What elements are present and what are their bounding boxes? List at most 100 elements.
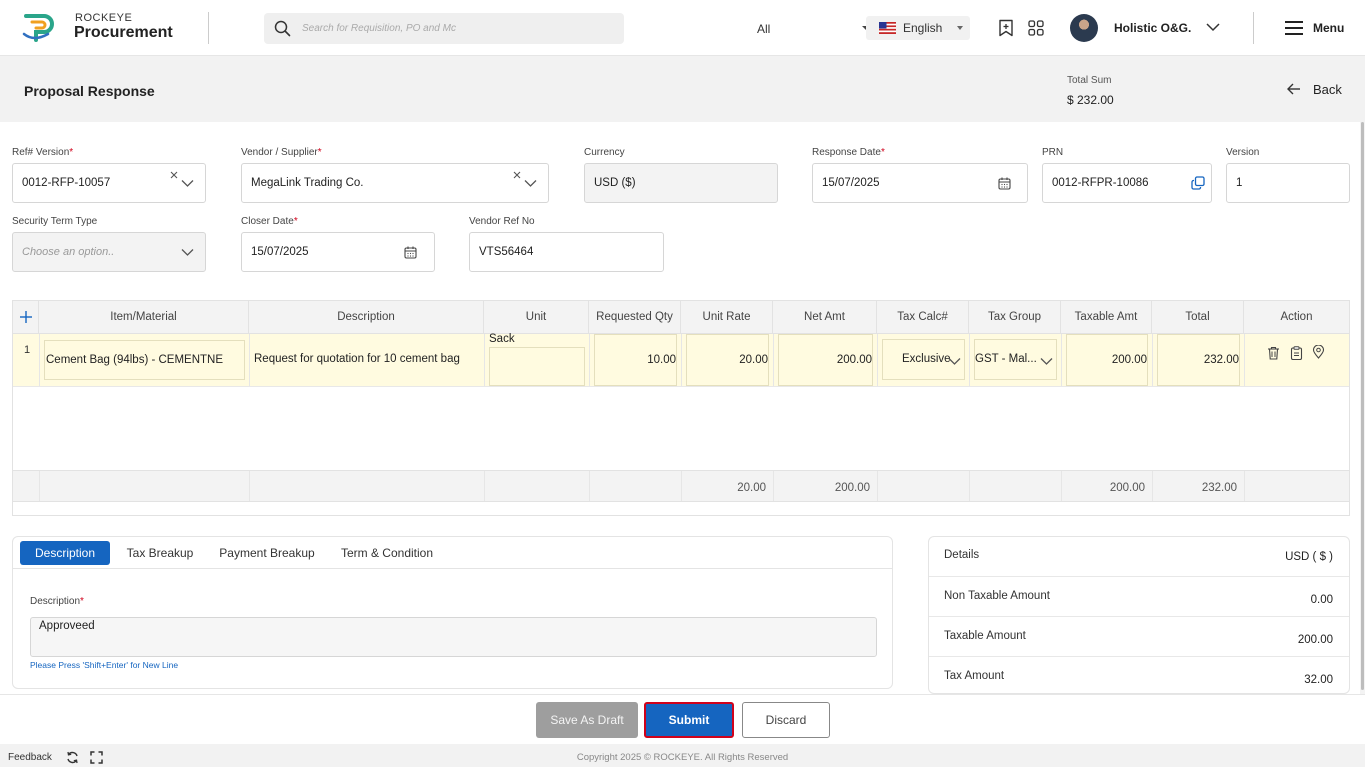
search-icon[interactable] — [274, 20, 291, 37]
details-row: Taxable Amount 200.00 — [929, 617, 1349, 657]
details-row-value: 200.00 — [1297, 634, 1333, 646]
apps-grid-icon[interactable] — [1028, 20, 1044, 36]
cell-divider — [589, 471, 590, 501]
unit-rate-input[interactable]: 20.00 — [686, 334, 769, 386]
plus-icon[interactable] — [20, 311, 32, 323]
language-selector[interactable]: English — [866, 16, 970, 40]
user-name[interactable]: Holistic O&G. — [1114, 21, 1191, 35]
cell-divider — [1244, 334, 1245, 386]
tax-group-select[interactable]: GST - Mal... — [974, 339, 1057, 380]
bookmark-add-icon[interactable] — [998, 19, 1014, 37]
column-header: Tax Calc# — [877, 301, 969, 334]
column-header: Description — [249, 301, 484, 334]
details-row: Tax Amount 32.00 — [929, 657, 1349, 693]
closer-date-field[interactable]: 15/07/2025 — [241, 232, 435, 272]
add-row-button[interactable] — [13, 301, 39, 334]
chevron-down-icon[interactable] — [524, 179, 537, 188]
details-row-value: 32.00 — [1304, 674, 1333, 686]
version-label: Version — [1226, 147, 1260, 158]
requested-qty-input[interactable]: 10.00 — [594, 334, 677, 386]
tax-calc-value: Exclusive — [902, 353, 951, 365]
unit-rate-total: 20.00 — [737, 482, 766, 494]
unit-rate-value: 20.00 — [739, 354, 768, 366]
ref-version-select[interactable]: 0012-RFP-10057 — [12, 163, 206, 203]
tab-payment-breakup[interactable]: Payment Breakup — [213, 541, 321, 565]
chevron-down-icon[interactable] — [1206, 22, 1220, 32]
tab-term-condition[interactable]: Term & Condition — [335, 541, 439, 565]
cell-divider — [484, 334, 485, 386]
submit-button[interactable]: Submit — [644, 702, 734, 738]
copy-icon[interactable] — [1191, 176, 1205, 190]
details-summary-panel: Details USD ( $ ) Non Taxable Amount 0.0… — [928, 536, 1350, 694]
user-avatar[interactable] — [1070, 14, 1098, 42]
chevron-down-icon[interactable] — [181, 179, 194, 188]
cell-divider — [969, 334, 970, 386]
vendor-select[interactable]: MegaLink Trading Co. — [241, 163, 549, 203]
refresh-icon[interactable] — [66, 751, 79, 764]
menu-button-label[interactable]: Menu — [1313, 21, 1344, 35]
closer-date-label: Closer Date* — [241, 216, 298, 227]
vendor-ref-field[interactable]: VTS56464 — [469, 232, 664, 272]
top-header: ROCKEYE Procurement All English — [0, 0, 1365, 56]
save-as-draft-button[interactable]: Save As Draft — [536, 702, 638, 738]
description-textarea[interactable]: Approveed — [30, 617, 877, 657]
calendar-icon[interactable] — [404, 246, 417, 259]
search-input[interactable] — [302, 19, 474, 38]
details-row-value: 0.00 — [1310, 594, 1333, 606]
cell-divider — [589, 334, 590, 386]
security-term-placeholder: Choose an option.. — [22, 246, 115, 258]
net-amt-total: 200.00 — [834, 482, 870, 494]
language-label: English — [903, 21, 943, 35]
taxable-amt-input[interactable]: 200.00 — [1066, 334, 1148, 386]
discard-button[interactable]: Discard — [742, 702, 830, 738]
feedback-link[interactable]: Feedback — [8, 752, 52, 763]
chevron-down-icon[interactable] — [1040, 357, 1053, 366]
page-footer: Copyright 2025 © ROCKEYE. All Rights Res… — [0, 744, 1365, 767]
prn-field: 0012-RFPR-10086 — [1042, 163, 1212, 203]
tax-group-value: GST - Mal... — [975, 353, 1037, 365]
response-date-field[interactable]: 15/07/2025 — [812, 163, 1028, 203]
chevron-down-icon[interactable] — [948, 357, 961, 366]
net-amt-input[interactable]: 200.00 — [778, 334, 873, 386]
version-field[interactable]: 1 — [1226, 163, 1350, 203]
tab-description[interactable]: Description — [20, 541, 110, 565]
back-arrow-icon[interactable] — [1287, 83, 1301, 95]
location-pin-icon[interactable] — [1312, 345, 1325, 359]
search-scope-value: All — [757, 22, 771, 36]
cell-divider — [773, 334, 774, 386]
header-divider — [1253, 12, 1254, 44]
rockeye-logo-icon[interactable] — [22, 12, 62, 42]
vendor-ref-label: Vendor Ref No — [469, 216, 535, 227]
item-material-input[interactable]: Cement Bag (94lbs) - CEMENTNE — [44, 340, 245, 380]
table-row: 1 Cement Bag (94lbs) - CEMENTNE Request … — [13, 333, 1349, 387]
cell-divider — [877, 334, 878, 386]
back-button[interactable]: Back — [1313, 82, 1342, 97]
action-bar: Save As Draft Submit Discard — [0, 694, 1365, 744]
clipboard-icon[interactable] — [1290, 346, 1303, 360]
clear-icon[interactable] — [170, 171, 178, 179]
details-row-label: Non Taxable Amount — [944, 590, 1050, 602]
calendar-icon[interactable] — [998, 177, 1011, 190]
brand-name-main: Procurement — [74, 24, 173, 41]
tab-tax-breakup[interactable]: Tax Breakup — [121, 541, 199, 565]
caret-down-icon — [957, 26, 963, 30]
total-input[interactable]: 232.00 — [1157, 334, 1240, 386]
trash-icon[interactable] — [1267, 346, 1280, 360]
unit-label: Sack — [489, 333, 515, 345]
cell-divider — [877, 471, 878, 501]
cell-divider — [1061, 334, 1062, 386]
clear-icon[interactable] — [513, 171, 521, 179]
security-term-select[interactable]: Choose an option.. — [12, 232, 206, 272]
unit-input[interactable] — [489, 347, 585, 386]
column-header: Total — [1152, 301, 1244, 334]
fullscreen-icon[interactable] — [90, 751, 103, 764]
column-header: Unit Rate — [681, 301, 773, 334]
scrollbar-thumb[interactable] — [1361, 122, 1364, 690]
currency-value: USD ($) — [594, 177, 636, 189]
total-value: 232.00 — [1203, 354, 1239, 366]
chevron-down-icon[interactable] — [181, 248, 194, 257]
tax-calc-select[interactable]: Exclusive — [882, 339, 965, 380]
search-scope-select[interactable]: All — [745, 16, 884, 41]
hamburger-menu-icon[interactable] — [1285, 20, 1303, 36]
vendor-value: MegaLink Trading Co. — [251, 177, 364, 189]
